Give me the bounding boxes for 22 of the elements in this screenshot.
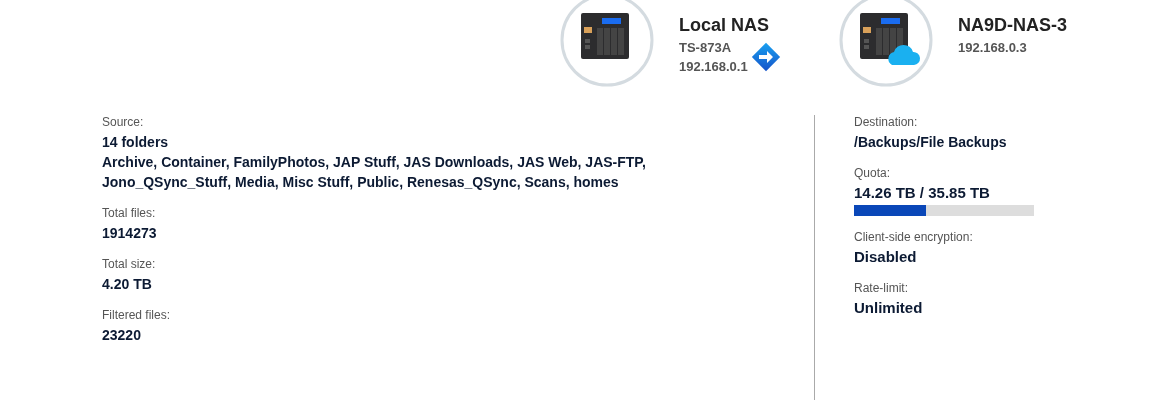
field-value: 14 folders	[102, 133, 170, 152]
field-label: Source:	[102, 115, 145, 129]
field-value: Unlimited	[854, 298, 924, 318]
field-label: Quota:	[854, 166, 892, 180]
field-value: 23220	[102, 326, 142, 345]
field-label: Total size:	[102, 257, 157, 271]
ip-address: 192.168.0.1	[679, 59, 749, 74]
device-name: Local NAS	[679, 15, 770, 36]
field-label: Rate-limit:	[854, 281, 909, 295]
field-value: Disabled	[854, 247, 918, 267]
folder-list: Archive, Container, FamilyPhotos, JAP Stuff, JAS Downloads, JAS Web, JAS-FTP, Jono_QSync_Stuff, Media, Misc Stuff, Public, Renesas_QSync, Scans, homes	[102, 152, 702, 192]
field-value: 1914273	[102, 224, 158, 243]
field-value: 4.20 TB	[102, 275, 153, 294]
device-model: TS-873A	[679, 40, 733, 55]
field-value: /Backups/File Backups	[854, 133, 1008, 152]
device-name: NA9D-NAS-3	[958, 15, 1068, 36]
field-label: Filtered files:	[102, 308, 172, 322]
field-label: Destination:	[854, 115, 919, 129]
field-label: Client-side encryption:	[854, 230, 974, 244]
field-value: 14.26 TB / 35.85 TB	[854, 183, 991, 203]
field-label: Total files:	[102, 206, 157, 220]
ip-address: 192.168.0.3	[958, 40, 1028, 55]
